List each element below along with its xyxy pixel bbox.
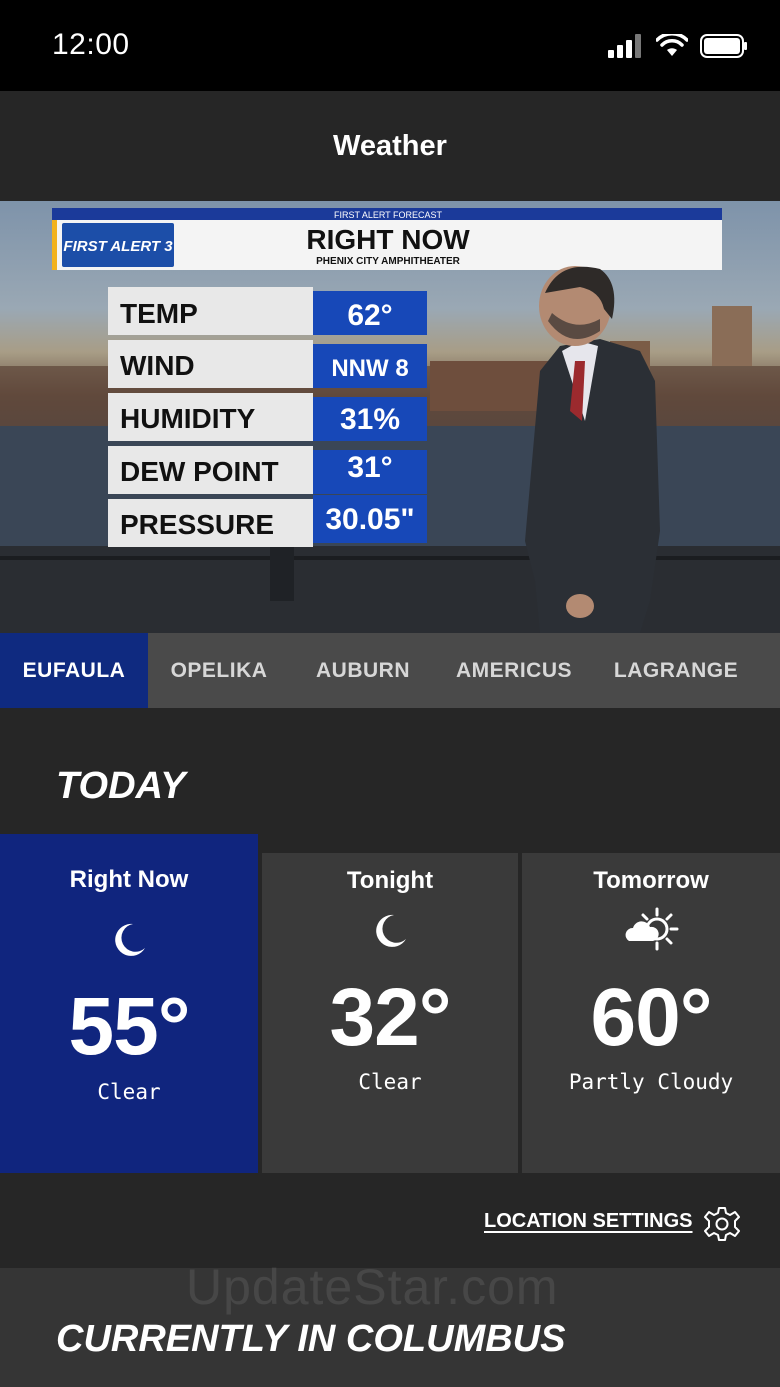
broadcast-headline: RIGHT NOW — [306, 224, 470, 255]
today-title: TODAY — [56, 765, 186, 807]
tab-auburn[interactable]: AUBURN — [290, 633, 436, 708]
broadcast-graphic: FIRST ALERT FORECAST FIRST ALERT 3 RIGHT… — [0, 208, 780, 633]
conditions-row-value: 31° — [347, 451, 392, 484]
tab-eufaula[interactable]: EUFAULA — [0, 633, 148, 708]
card-temp: 55° — [68, 981, 190, 1072]
partly-cloudy-icon — [625, 907, 679, 951]
card-label: Tomorrow — [593, 867, 709, 894]
tab-opelika[interactable]: OPELIKA — [148, 633, 290, 708]
current-title: CURRENTLY IN COLUMBUS — [56, 1318, 566, 1360]
conditions-row-label: TEMP — [120, 298, 198, 329]
battery-icon — [700, 34, 747, 58]
forecast-card-tonight[interactable]: Tonight 32° Clear — [262, 853, 518, 1173]
conditions-row-value: NNW 8 — [331, 355, 408, 382]
card-label: Right Now — [69, 866, 189, 893]
forecast-card-right-now[interactable]: Right Now 55° Clear — [0, 834, 258, 1173]
tab-label: AUBURN — [316, 658, 410, 682]
moon-icon — [376, 914, 406, 947]
card-label: Tonight — [346, 867, 434, 894]
tab-lagrange[interactable]: LAGRANGE — [592, 633, 760, 708]
broadcast-subheadline: PHENIX CITY AMPHITHEATER — [316, 256, 460, 267]
location-settings-link[interactable]: LOCATION SETTINGS — [484, 1210, 693, 1233]
status-icons — [608, 34, 748, 58]
card-temp: 60° — [590, 972, 712, 1063]
conditions-row-value: 30.05" — [325, 503, 414, 536]
card-condition: Clear — [97, 1080, 161, 1104]
conditions-row-label: DEW POINT — [120, 456, 279, 487]
status-bar: 12:00 — [0, 0, 780, 91]
card-condition: Clear — [358, 1070, 422, 1094]
tab-label: LAGRANGE — [613, 658, 739, 682]
conditions-row-value: 62° — [347, 299, 392, 332]
tab-americus[interactable]: AMERICUS — [436, 633, 592, 708]
page-title: Weather — [333, 130, 447, 162]
card-condition: Partly Cloudy — [568, 1070, 734, 1094]
forecast-card-tomorrow[interactable]: Tomorrow 60° Partly Cloudy — [522, 853, 780, 1173]
tab-label: EUFAULA — [22, 658, 126, 682]
location-tabs: EUFAULA OPELIKA AUBURN AMERICUS LAGRANGE — [0, 633, 780, 708]
card-temp: 32° — [329, 972, 451, 1063]
conditions-row-label: PRESSURE — [120, 509, 274, 540]
gear-icon[interactable] — [704, 1206, 740, 1242]
conditions-row-value: 31% — [340, 403, 400, 436]
signal-icon — [608, 34, 641, 58]
station-logo: FIRST ALERT 3 — [63, 238, 173, 255]
tab-label: AMERICUS — [455, 658, 572, 682]
conditions-row-label: WIND — [120, 350, 195, 381]
watermark: UpdateStar.com — [186, 1259, 559, 1315]
forecast-video-thumbnail[interactable]: FIRST ALERT FORECAST FIRST ALERT 3 RIGHT… — [0, 201, 780, 633]
wifi-icon — [656, 34, 688, 56]
tab-label: OPELIKA — [170, 658, 268, 682]
presenter-image — [525, 266, 660, 633]
moon-icon — [115, 923, 145, 956]
conditions-row-label: HUMIDITY — [120, 403, 256, 434]
conditions-table: TEMP 62° WIND NNW 8 HUMIDITY 31% DEW POI… — [108, 287, 427, 547]
status-time: 12:00 — [52, 28, 130, 61]
banner-top-text: FIRST ALERT FORECAST — [334, 210, 443, 220]
